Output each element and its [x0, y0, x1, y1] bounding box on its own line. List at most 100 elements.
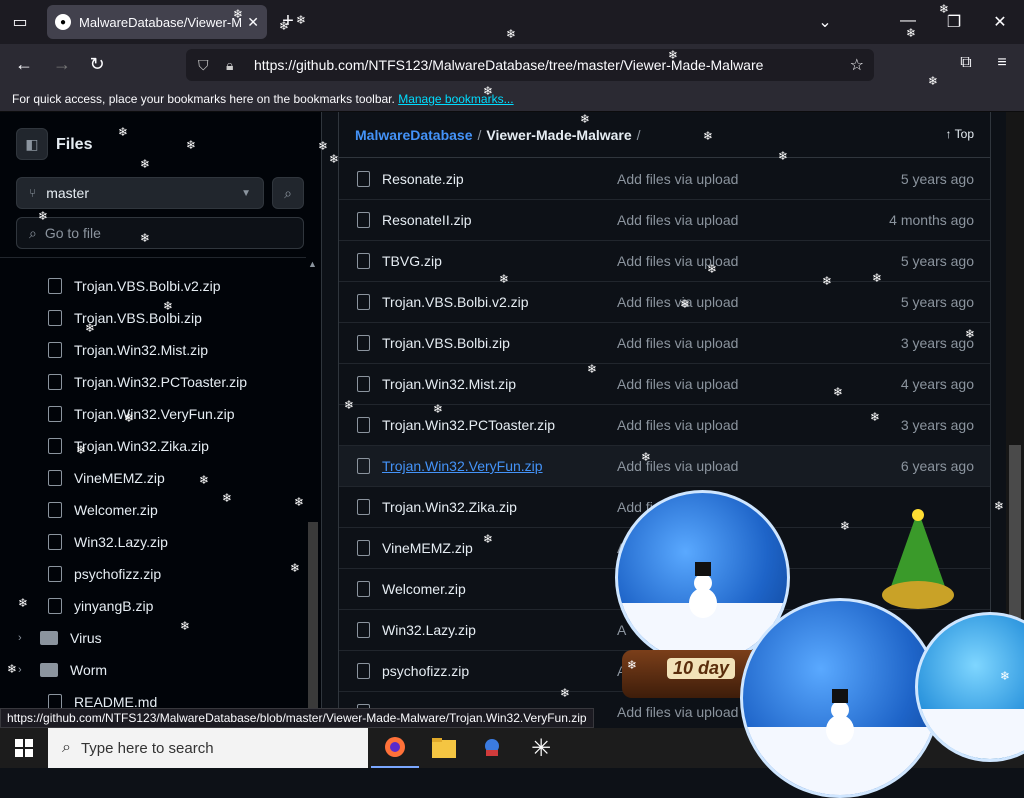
file-name-link[interactable]: Trojan.Win32.Mist.zip — [382, 376, 617, 392]
file-row[interactable]: Trojan.VBS.Bolbi.zip Add files via upload… — [339, 323, 990, 364]
git-branch-icon: ⑂ — [29, 186, 37, 200]
christmas-tree-decoration — [878, 505, 958, 615]
tab-title: MalwareDatabase/Viewer-Made — [79, 14, 242, 30]
file-explorer-taskbar-icon[interactable] — [420, 728, 468, 768]
browser-tab[interactable]: ● MalwareDatabase/Viewer-Made ✕ — [47, 5, 267, 39]
bookmarks-hint: For quick access, place your bookmarks h… — [12, 92, 395, 106]
commit-message-link[interactable]: Add files via upload — [617, 212, 867, 228]
folder-icon — [40, 631, 58, 645]
tree-file[interactable]: Trojan.Win32.Mist.zip — [0, 334, 300, 366]
new-tab-icon[interactable]: + — [278, 10, 298, 33]
snowflake-taskbar-icon[interactable]: ✳ — [517, 728, 565, 768]
commit-message-link[interactable]: Add files via upload — [617, 376, 867, 392]
commit-age: 4 months ago — [889, 212, 974, 228]
back-to-top-link[interactable]: ↑ Top — [946, 127, 974, 141]
shield-icon[interactable]: ⛉ — [198, 57, 218, 74]
commit-message-link[interactable]: Add files via upload — [617, 171, 867, 187]
file-name-link[interactable]: Trojan.VBS.Bolbi.v2.zip — [382, 294, 617, 310]
app-taskbar-icon[interactable] — [468, 728, 516, 768]
chevron-right-icon[interactable]: › — [18, 664, 30, 676]
chevron-right-icon[interactable]: › — [18, 632, 30, 644]
commit-age: 3 years ago — [900, 335, 974, 351]
tree-item-label: VineMEMZ.zip — [74, 470, 165, 486]
lock-icon[interactable]: 🔒︎ — [226, 57, 246, 74]
minimize-icon[interactable]: — — [898, 12, 918, 30]
firefox-taskbar-icon[interactable] — [371, 728, 419, 768]
file-row[interactable]: ResonateII.zip Add files via upload 4 mont… — [339, 200, 990, 241]
sidebar-scrollbar[interactable]: ▲ — [306, 257, 320, 727]
file-icon — [357, 212, 370, 228]
taskbar-search[interactable]: ⌕ Type here to search — [48, 728, 368, 768]
file-row[interactable]: Trojan.VBS.Bolbi.v2.zip Add files via upl… — [339, 282, 990, 323]
extensions-icon[interactable]: ⧉ — [954, 54, 978, 72]
file-name-link[interactable]: Trojan.Win32.VeryFun.zip — [382, 458, 617, 474]
commit-message-link[interactable]: Add files via upload — [617, 417, 867, 433]
file-name-link[interactable]: psychofizz.zip — [382, 663, 617, 679]
file-name-link[interactable]: Trojan.VBS.Bolbi.zip — [382, 335, 617, 351]
tree-file[interactable]: yinyangB.zip — [0, 590, 300, 622]
tree-file[interactable]: Trojan.VBS.Bolbi.v2.zip — [0, 270, 300, 302]
commit-message-link[interactable]: Add files via upload — [617, 458, 867, 474]
tree-file[interactable]: psychofizz.zip — [0, 558, 300, 590]
start-button[interactable] — [0, 728, 48, 768]
sidebar-scroll-thumb[interactable] — [308, 522, 318, 727]
tree-file[interactable]: Win32.Lazy.zip — [0, 526, 300, 558]
reload-icon[interactable]: ↻ — [85, 54, 109, 75]
file-row[interactable]: Trojan.Win32.PCToaster.zip Add files via … — [339, 405, 990, 446]
url-bar[interactable]: ⛉ 🔒︎ https://github.com/NTFS123/MalwareD… — [186, 49, 874, 81]
globe-label: 10 day — [667, 658, 736, 679]
tab-overview-icon[interactable]: ▭ — [10, 12, 30, 32]
tree-file[interactable]: VineMEMZ.zip — [0, 462, 300, 494]
tree-file[interactable]: Trojan.VBS.Bolbi.zip — [0, 302, 300, 334]
close-tab-icon[interactable]: ✕ — [247, 14, 259, 31]
commit-message-link[interactable]: Add files via upload — [617, 335, 867, 351]
forward-icon[interactable]: → — [50, 54, 74, 75]
caret-down-icon: ▼ — [241, 187, 251, 199]
tree-item-label: Trojan.Win32.Mist.zip — [74, 342, 209, 358]
bookmark-star-icon[interactable]: ☆ — [850, 55, 864, 75]
snowflake-icon: ✳ — [530, 734, 552, 762]
tree-file[interactable]: Trojan.Win32.VeryFun.zip — [0, 398, 300, 430]
file-name-link[interactable]: Trojan.Win32.PCToaster.zip — [382, 417, 617, 433]
file-name-link[interactable]: VineMEMZ.zip — [382, 540, 617, 556]
file-icon — [48, 470, 62, 486]
menu-icon[interactable]: ≡ — [990, 54, 1014, 72]
nav-bar: ← → ↻ ⛉ 🔒︎ https://github.com/NTFS123/Ma… — [0, 44, 1024, 86]
tree-folder[interactable]: › Worm — [0, 654, 300, 686]
go-to-file-input[interactable]: ⌕ Go to file — [16, 217, 304, 249]
breadcrumb-repo-link[interactable]: MalwareDatabase — [355, 127, 473, 143]
file-name-link[interactable]: ResonateII.zip — [382, 212, 617, 228]
tree-item-label: Trojan.Win32.PCToaster.zip — [74, 374, 247, 390]
file-row[interactable]: Resonate.zip Add files via upload 5 years … — [339, 159, 990, 200]
tree-file[interactable]: Welcomer.zip — [0, 494, 300, 526]
file-icon — [48, 278, 62, 294]
file-row[interactable]: Trojan.Win32.VeryFun.zip Add files via up… — [339, 446, 990, 487]
branch-selector[interactable]: ⑂ master ▼ — [16, 177, 264, 209]
file-row[interactable]: TBVG.zip Add files via upload 5 years ago — [339, 241, 990, 282]
file-icon — [48, 406, 62, 422]
commit-age: 6 years ago — [900, 458, 974, 474]
scroll-up-icon[interactable]: ▲ — [308, 259, 317, 269]
tree-folder[interactable]: › Virus — [0, 622, 300, 654]
tab-list-icon[interactable]: ⌄ — [815, 12, 835, 32]
file-name-link[interactable]: Trojan.Win32.Zika.zip — [382, 499, 617, 515]
tree-file[interactable]: Trojan.Win32.PCToaster.zip — [0, 366, 300, 398]
search-icon: ⌕ — [29, 224, 37, 241]
file-row[interactable]: Trojan.Win32.Mist.zip Add files via uploa… — [339, 364, 990, 405]
commit-message-link[interactable]: Add files via upload — [617, 253, 867, 269]
collapse-sidebar-button[interactable]: ◧ — [16, 128, 48, 160]
file-name-link[interactable]: Welcomer.zip — [382, 581, 617, 597]
file-name-link[interactable]: TBVG.zip — [382, 253, 617, 269]
windows-logo-icon — [15, 739, 33, 757]
manage-bookmarks-link[interactable]: Manage bookmarks... — [398, 92, 513, 106]
tree-item-label: Welcomer.zip — [74, 502, 158, 518]
tree-file[interactable]: Trojan.Win32.Zika.zip — [0, 430, 300, 462]
file-name-link[interactable]: Win32.Lazy.zip — [382, 622, 617, 638]
back-icon[interactable]: ← — [12, 54, 36, 75]
url-text: https://github.com/NTFS123/MalwareDataba… — [254, 57, 764, 73]
commit-message-link[interactable]: Add files via upload — [617, 294, 867, 310]
search-button[interactable]: ⌕ — [272, 177, 304, 209]
restore-icon[interactable]: ❐ — [944, 12, 964, 32]
close-window-icon[interactable]: ✕ — [990, 12, 1010, 32]
file-name-link[interactable]: Resonate.zip — [382, 171, 617, 187]
